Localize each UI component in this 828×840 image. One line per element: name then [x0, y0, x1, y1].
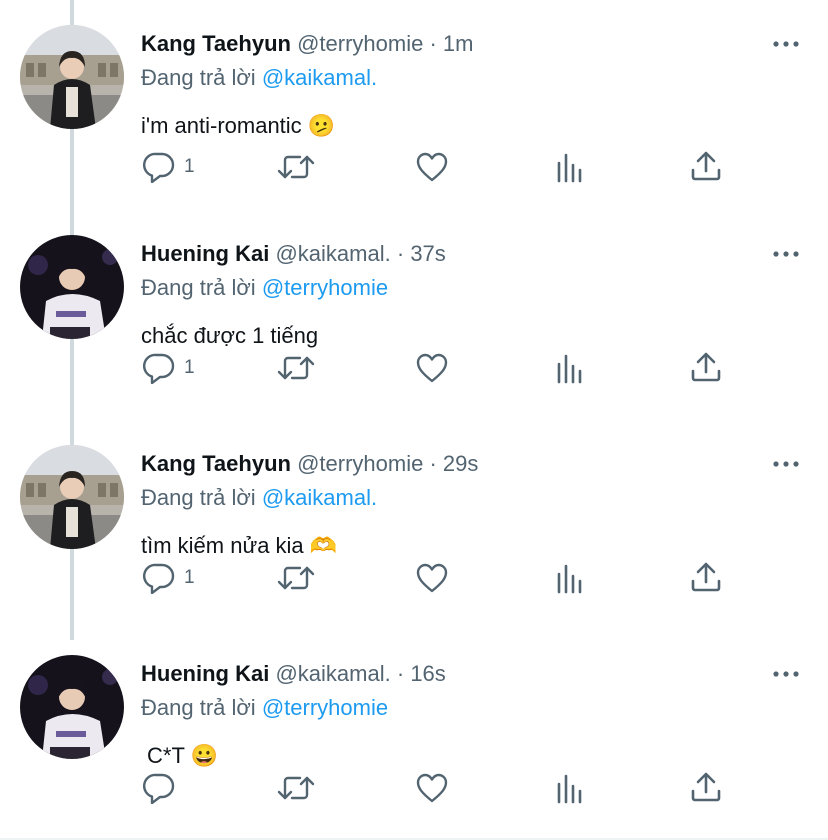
tweet-text: tìm kiếm nửa kia 🫶 [141, 533, 338, 558]
tweet-text: C*T 😀 [147, 743, 218, 768]
reply-count: 1 [184, 357, 195, 378]
replying-to: Đang trả lời @terryhomie [141, 274, 388, 302]
tweet[interactable]: Huening Kai @kaikamal. · 37s Đang trả lờ… [0, 210, 828, 420]
avatar[interactable] [20, 235, 124, 339]
views-icon [557, 564, 582, 594]
replying-to: Đang trả lời @kaikamal. [141, 484, 377, 512]
reply-prefix: Đang trả lời [141, 275, 256, 300]
views-icon [557, 153, 582, 183]
like-button[interactable] [415, 151, 449, 183]
share-icon [691, 352, 721, 382]
like-button[interactable] [415, 772, 449, 804]
display-name[interactable]: Huening Kai [141, 661, 269, 686]
share-icon [691, 772, 721, 802]
retweet-button[interactable] [276, 151, 316, 183]
views-button[interactable] [554, 562, 586, 594]
share-icon [691, 151, 721, 181]
retweet-button[interactable] [276, 562, 316, 594]
action-bar: 1 [140, 562, 740, 610]
timestamp[interactable]: 16s [410, 661, 445, 686]
mention-link[interactable]: @terryhomie [262, 275, 388, 300]
views-icon [557, 774, 582, 804]
more-options-button[interactable] [772, 664, 800, 684]
handle[interactable]: @kaikamal. [275, 661, 390, 686]
retweet-icon [277, 566, 315, 590]
reply-icon [143, 353, 175, 384]
reply-prefix: Đang trả lời [141, 485, 256, 510]
action-bar: 1 [140, 352, 740, 400]
reply-button[interactable]: 1 [142, 562, 195, 594]
avatar[interactable] [20, 655, 124, 759]
like-icon [416, 353, 448, 383]
reply-button[interactable]: 1 [142, 151, 195, 183]
mention-link[interactable]: @terryhomie [262, 695, 388, 720]
like-button[interactable] [415, 562, 449, 594]
like-button[interactable] [415, 352, 449, 384]
tweet-header: Kang Taehyun @terryhomie · 29s [141, 450, 478, 478]
tweet-header: Kang Taehyun @terryhomie · 1m [141, 30, 473, 58]
timestamp[interactable]: 1m [443, 31, 474, 56]
replying-to: Đang trả lời @kaikamal. [141, 64, 377, 92]
display-name[interactable]: Huening Kai [141, 241, 269, 266]
separator-dot: · [429, 31, 437, 56]
more-icon [773, 251, 799, 257]
reply-icon [143, 152, 175, 183]
avatar[interactable] [20, 445, 124, 549]
reply-button[interactable] [142, 772, 184, 804]
share-button[interactable] [690, 561, 722, 593]
retweet-button[interactable] [276, 772, 316, 804]
views-icon [557, 354, 582, 384]
more-icon [773, 41, 799, 47]
action-bar: 1 [140, 142, 740, 190]
timestamp[interactable]: 37s [410, 241, 445, 266]
tweet-text: i'm anti-romantic 🫤 [141, 113, 336, 138]
tweet[interactable]: Huening Kai @kaikamal. · 16s Đang trả lờ… [0, 630, 828, 840]
reply-icon [143, 773, 175, 804]
views-button[interactable] [554, 151, 586, 183]
like-icon [416, 563, 448, 593]
tweet[interactable]: Kang Taehyun @terryhomie · 29s Đang trả … [0, 420, 828, 630]
tweet[interactable]: Kang Taehyun @terryhomie · 1m Đang trả l… [0, 0, 828, 210]
tweet-header: Huening Kai @kaikamal. · 37s [141, 240, 446, 268]
mention-link[interactable]: @kaikamal. [262, 485, 377, 510]
like-icon [416, 773, 448, 803]
retweet-icon [277, 776, 315, 800]
like-icon [416, 152, 448, 182]
views-button[interactable] [554, 352, 586, 384]
reply-icon [143, 563, 175, 594]
reply-prefix: Đang trả lời [141, 65, 256, 90]
more-options-button[interactable] [772, 34, 800, 54]
reply-count: 1 [184, 156, 195, 177]
display-name[interactable]: Kang Taehyun [141, 451, 291, 476]
separator-dot: · [396, 661, 405, 686]
more-icon [773, 461, 799, 467]
reply-count: 1 [184, 567, 195, 588]
handle[interactable]: @kaikamal. [275, 241, 390, 266]
more-icon [773, 671, 799, 677]
tweet-text: chắc được 1 tiếng [141, 323, 319, 348]
handle[interactable]: @terryhomie [297, 451, 423, 476]
retweet-button[interactable] [276, 352, 316, 384]
retweet-icon [277, 155, 315, 179]
share-button[interactable] [690, 351, 722, 383]
reply-prefix: Đang trả lời [141, 695, 256, 720]
handle[interactable]: @terryhomie [297, 31, 423, 56]
views-button[interactable] [554, 772, 586, 804]
share-button[interactable] [690, 150, 722, 182]
avatar[interactable] [20, 25, 124, 129]
tweet-header: Huening Kai @kaikamal. · 16s [141, 660, 446, 688]
mention-link[interactable]: @kaikamal. [262, 65, 377, 90]
retweet-icon [277, 356, 315, 380]
replying-to: Đang trả lời @terryhomie [141, 694, 388, 722]
share-button[interactable] [690, 771, 722, 803]
more-options-button[interactable] [772, 454, 800, 474]
separator-dot: · [429, 451, 437, 476]
display-name[interactable]: Kang Taehyun [141, 31, 291, 56]
separator-dot: · [396, 241, 405, 266]
timestamp[interactable]: 29s [443, 451, 478, 476]
share-icon [691, 562, 721, 592]
action-bar [140, 772, 740, 820]
more-options-button[interactable] [772, 244, 800, 264]
reply-button[interactable]: 1 [142, 352, 195, 384]
